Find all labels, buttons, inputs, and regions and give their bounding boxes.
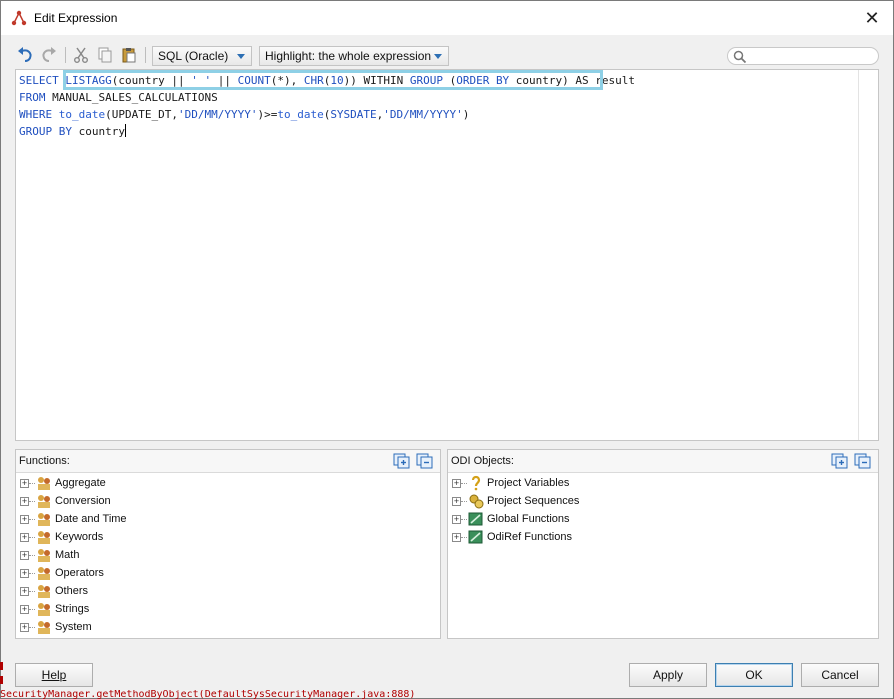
cancel-button[interactable]: Cancel [801, 663, 879, 687]
redo-button[interactable] [39, 45, 59, 65]
expand-icon[interactable]: + [20, 533, 29, 542]
chevron-down-icon [237, 54, 245, 59]
tree-item-date-and-time[interactable]: + Date and Time [16, 510, 440, 528]
editor-toolbar: SQL (Oracle) Highlight: the whole expres… [15, 45, 879, 67]
edit-expression-dialog: Edit Expression ✕ SQL (Oracle) Highlight… [0, 0, 894, 699]
expand-icon[interactable]: + [452, 515, 461, 524]
apply-button[interactable]: Apply [629, 663, 707, 687]
function-group-icon [38, 513, 50, 526]
toolbar-separator [145, 47, 146, 63]
expand-icon[interactable]: + [20, 569, 29, 578]
expand-icon[interactable]: + [20, 623, 29, 632]
sql-dialect-select[interactable]: SQL (Oracle) [152, 46, 252, 66]
paste-icon [122, 48, 136, 63]
editor-scrollbar[interactable] [858, 70, 878, 440]
expand-icon[interactable]: + [20, 551, 29, 560]
tree-item-aggregate[interactable]: + Aggregate [16, 474, 440, 492]
toolbar-separator [65, 47, 66, 63]
function-group-icon [38, 549, 50, 562]
text-caret [124, 124, 126, 137]
help-button[interactable]: Help [15, 663, 93, 687]
search-input[interactable] [727, 47, 879, 65]
tree-item-global-functions[interactable]: + Global Functions [448, 510, 878, 528]
odi-objects-panel-header: ODI Objects: [448, 450, 878, 473]
expression-editor[interactable]: SELECT LISTAGG(country || ' ' || COUNT(*… [15, 69, 879, 441]
functions-tree: + Aggregate + Conversion + Date and Time + K… [16, 473, 440, 636]
expand-icon[interactable]: + [20, 605, 29, 614]
odi-objects-tree: + Project Variables + Project Sequences + G… [448, 473, 878, 546]
sql-dialect-value: SQL (Oracle) [158, 49, 229, 63]
tree-item-operators[interactable]: + Operators [16, 564, 440, 582]
function-group-icon [38, 585, 50, 598]
function-group-icon [38, 621, 50, 634]
tree-item-project-variables[interactable]: + Project Variables [448, 474, 878, 492]
tree-item-conversion[interactable]: + Conversion [16, 492, 440, 510]
title-bar: Edit Expression ✕ [1, 1, 893, 35]
sequence-icon [469, 494, 484, 509]
cut-button[interactable] [71, 45, 91, 65]
highlight-mode-value: Highlight: the whole expression [265, 49, 432, 63]
highlight-mode-select[interactable]: Highlight: the whole expression [259, 46, 449, 66]
background-error-marker [0, 662, 3, 670]
ok-button[interactable]: OK [715, 663, 793, 687]
function-icon [468, 512, 483, 526]
code-line-1: SELECT LISTAGG(country || ' ' || COUNT(*… [19, 74, 636, 87]
background-console-text: SecurityManager.getMethodByObject(Defaul… [0, 690, 416, 699]
function-group-icon [38, 567, 50, 580]
undo-button[interactable] [15, 45, 35, 65]
copy-button[interactable] [95, 45, 115, 65]
expand-icon[interactable]: + [452, 533, 461, 542]
functions-panel: Functions: + Aggregate + Conversion + Date … [15, 449, 441, 639]
expand-icon[interactable]: + [20, 515, 29, 524]
functions-panel-title: Functions: [19, 455, 70, 467]
odi-objects-panel: ODI Objects: + Project Variables + Project… [447, 449, 879, 639]
redo-icon [42, 47, 56, 62]
odi-objects-panel-title: ODI Objects: [451, 455, 514, 467]
tree-item-odiref-functions[interactable]: + OdiRef Functions [448, 528, 878, 546]
cut-icon [74, 47, 88, 63]
tree-item-others[interactable]: + Others [16, 582, 440, 600]
code-line-3: WHERE to_date(UPDATE_DT,'DD/MM/YYYY')>=t… [19, 108, 470, 121]
function-group-icon [38, 603, 50, 616]
expand-icon[interactable]: + [452, 497, 461, 506]
expand-icon[interactable]: + [20, 497, 29, 506]
function-group-icon [38, 495, 50, 508]
function-group-icon [38, 531, 50, 544]
expand-all-icon[interactable] [831, 453, 849, 469]
tree-item-keywords[interactable]: + Keywords [16, 528, 440, 546]
variable-icon [471, 475, 481, 491]
chevron-down-icon [434, 54, 442, 59]
code-line-2: FROM MANUAL_SALES_CALCULATIONS [19, 91, 218, 104]
close-button[interactable]: ✕ [857, 5, 887, 31]
functions-panel-header: Functions: [16, 450, 440, 473]
tree-item-strings[interactable]: + Strings [16, 600, 440, 618]
tree-item-project-sequences[interactable]: + Project Sequences [448, 492, 878, 510]
window-title: Edit Expression [34, 11, 118, 25]
collapse-all-icon[interactable] [416, 453, 434, 469]
odi-app-icon [11, 10, 27, 26]
expand-icon[interactable]: + [20, 479, 29, 488]
undo-icon [18, 47, 32, 62]
background-error-marker [0, 676, 3, 684]
search-icon [733, 50, 747, 64]
collapse-all-icon[interactable] [854, 453, 872, 469]
code-area[interactable]: SELECT LISTAGG(country || ' ' || COUNT(*… [19, 72, 635, 140]
tree-item-math[interactable]: + Math [16, 546, 440, 564]
expand-icon[interactable]: + [20, 587, 29, 596]
function-icon [468, 530, 483, 544]
paste-button[interactable] [119, 45, 139, 65]
function-group-icon [38, 477, 50, 490]
copy-icon [98, 47, 112, 63]
expand-icon[interactable]: + [452, 479, 461, 488]
tree-item-system[interactable]: + System [16, 618, 440, 636]
code-line-4: GROUP BY country [19, 124, 126, 138]
expand-all-icon[interactable] [393, 453, 411, 469]
